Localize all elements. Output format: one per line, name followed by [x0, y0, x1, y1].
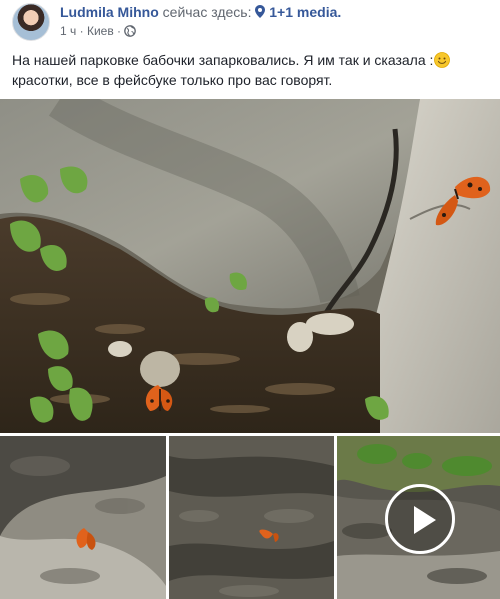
- location-pin-icon: [255, 5, 266, 21]
- check-in-text: сейчас здесь:: [162, 4, 252, 20]
- video-thumbnail[interactable]: [337, 436, 500, 599]
- meta-separator: ·: [79, 24, 84, 38]
- main-photo[interactable]: [0, 99, 500, 433]
- post-header: Ludmila Mihno сейчас здесь: 1+1 media. 1…: [0, 0, 500, 44]
- post-text: На нашей парковке бабочки запарковались.…: [12, 50, 490, 90]
- post-city[interactable]: Киев: [87, 24, 114, 38]
- meta-separator: ·: [117, 24, 122, 38]
- post-meta: 1 ч · Киев ·: [60, 24, 137, 40]
- play-triangle: [414, 506, 436, 534]
- play-icon[interactable]: [385, 484, 455, 554]
- author-avatar[interactable]: [12, 3, 50, 41]
- post-title-line: Ludmila Mihno сейчас здесь: 1+1 media.: [60, 4, 341, 21]
- thumbnail-photo-1-image: [0, 436, 166, 599]
- post-text-part2: красотки, все в фейсбуке только про вас …: [12, 72, 333, 88]
- post-text-part1: На нашей парковке бабочки запарковались.…: [12, 52, 434, 68]
- post-time[interactable]: 1 ч: [60, 24, 76, 38]
- author-name[interactable]: Ludmila Mihno: [60, 4, 159, 20]
- thumbnail-photo-2[interactable]: [169, 436, 334, 599]
- thumbnail-photo-2-image: [169, 436, 334, 599]
- globe-icon[interactable]: [124, 25, 137, 40]
- place-link[interactable]: 1+1 media.: [269, 4, 341, 20]
- main-photo-image: [0, 99, 500, 433]
- thumbnail-photo-1[interactable]: [0, 436, 166, 599]
- smiley-emoji-icon: [434, 52, 451, 68]
